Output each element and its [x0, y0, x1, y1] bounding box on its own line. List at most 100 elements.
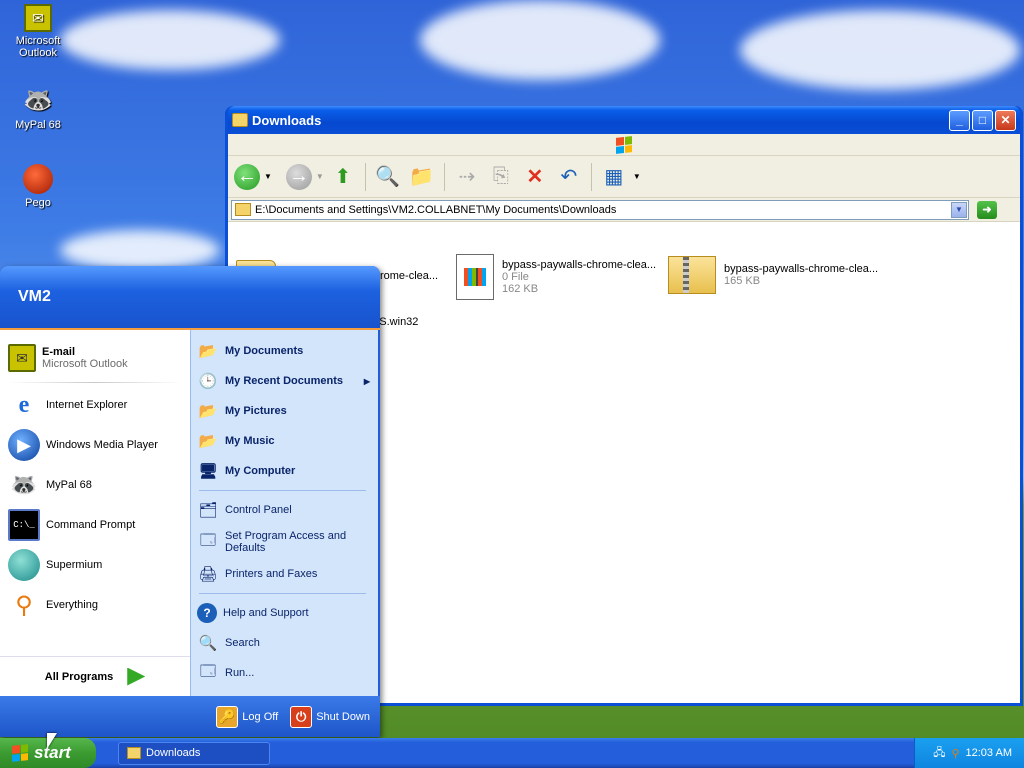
- desktop-icon-label: MyPal 68: [15, 119, 61, 131]
- start-item-email[interactable]: ✉ E-mail Microsoft Outlook: [0, 336, 190, 380]
- desktop-icon-outlook[interactable]: ✉ Microsoft Outlook: [0, 4, 76, 59]
- start-item-run[interactable]: 🗔 Run...: [197, 658, 378, 688]
- item-label: Internet Explorer: [46, 399, 128, 411]
- start-item-command-prompt[interactable]: C:\_ Command Prompt: [0, 505, 190, 545]
- start-item-everything[interactable]: ⚲ Everything: [0, 585, 190, 625]
- start-item-my-computer[interactable]: 🖥 My Computer: [197, 456, 378, 486]
- address-text: E:\Documents and Settings\VM2.COLLABNET\…: [255, 203, 617, 216]
- desktop-icon-mypal[interactable]: 🦝 MyPal 68: [0, 84, 76, 132]
- up-folder-button[interactable]: ⬆: [328, 162, 358, 192]
- recent-documents-icon: 🕒: [198, 373, 218, 390]
- delete-button[interactable]: ✕: [520, 162, 550, 192]
- item-label: My Music: [225, 435, 275, 447]
- start-item-my-music[interactable]: 📂 My Music: [197, 426, 378, 456]
- address-dropdown-icon[interactable]: ▼: [951, 201, 967, 218]
- undo-button[interactable]: ↶: [554, 162, 584, 192]
- toolbar-separator: [364, 162, 366, 191]
- printer-icon: 🖨: [198, 566, 218, 583]
- file-item[interactable]: bypass-paywalls-chrome-clea... 0 File 16…: [456, 254, 656, 300]
- item-label: Run...: [225, 667, 255, 679]
- start-item-my-recent-documents[interactable]: 🕒 My Recent Documents ▶: [197, 366, 378, 396]
- folders-button[interactable]: 📁: [407, 162, 437, 192]
- item-label: Windows Media Player: [46, 439, 158, 451]
- user-name: VM2: [18, 288, 51, 305]
- file-name: bypass-paywalls-chrome-clea...: [502, 259, 657, 271]
- pego-icon: [23, 164, 53, 194]
- toolbar-separator: [590, 162, 592, 191]
- wallpaper-cloud: [60, 10, 280, 70]
- search-tray-icon[interactable]: ⚲: [951, 747, 959, 760]
- divider: [199, 490, 366, 491]
- file-type: 0 File: [502, 271, 529, 283]
- views-dropdown-icon[interactable]: ▼: [633, 172, 641, 181]
- window-titlebar[interactable]: Downloads _ □ ✕: [228, 106, 1020, 134]
- control-panel-icon: 🗂: [198, 502, 218, 519]
- item-title: E-mail: [42, 346, 76, 358]
- music-folder-icon: 📂: [198, 433, 218, 450]
- item-label: Command Prompt: [46, 519, 136, 531]
- chevron-right-icon: ▶: [363, 376, 370, 386]
- copy-to-button[interactable]: ⎘: [486, 162, 516, 192]
- item-label: MyPal 68: [46, 479, 92, 491]
- computer-icon: 🖥: [198, 463, 218, 480]
- search-button[interactable]: 🔍: [373, 162, 403, 192]
- start-item-windows-media-player[interactable]: ▶ Windows Media Player: [0, 425, 190, 465]
- start-item-my-documents[interactable]: 📂 My Documents: [197, 336, 378, 366]
- mouse-cursor: [47, 733, 57, 749]
- item-label: Set Program Access and Defaults: [225, 530, 347, 554]
- menu-bar: [228, 134, 1020, 156]
- mypal-icon: 🦝: [23, 86, 53, 114]
- go-button[interactable]: ➜: [977, 200, 997, 219]
- command-prompt-icon: C:\_: [8, 509, 40, 541]
- address-field[interactable]: E:\Documents and Settings\VM2.COLLABNET\…: [231, 199, 969, 220]
- move-to-button[interactable]: ⇢: [452, 162, 482, 192]
- start-item-set-program-access[interactable]: 🗔 Set Program Access and Defaults: [197, 525, 378, 559]
- start-menu-header: VM2: [0, 266, 380, 330]
- forward-button[interactable]: →: [285, 163, 312, 190]
- outlook-icon: ✉: [24, 4, 52, 32]
- views-button[interactable]: ▦: [599, 162, 629, 192]
- taskbar-button-downloads[interactable]: Downloads: [118, 741, 270, 765]
- all-programs-button[interactable]: All Programs: [0, 656, 190, 696]
- file-size: 162 KB: [502, 283, 539, 295]
- item-subtitle: Microsoft Outlook: [42, 358, 128, 370]
- address-bar: E:\Documents and Settings\VM2.COLLABNET\…: [228, 198, 1020, 222]
- item-label: Printers and Faxes: [225, 568, 318, 580]
- internet-explorer-icon: e: [18, 391, 30, 418]
- search-icon: 🔍: [198, 635, 218, 652]
- start-item-help-and-support[interactable]: ? Help and Support: [197, 598, 378, 628]
- forward-dropdown-icon[interactable]: ▼: [316, 172, 324, 181]
- documents-folder-icon: 📂: [198, 343, 218, 360]
- log-off-button[interactable]: 🔑 Log Off: [216, 705, 278, 728]
- system-tray: 🖧 ⚲ 12:03 AM: [914, 738, 1024, 768]
- back-button[interactable]: ←: [234, 163, 260, 190]
- item-label: Control Panel: [225, 504, 292, 516]
- pictures-folder-icon: 📂: [198, 403, 218, 420]
- desktop-icon-label: Microsoft Outlook: [15, 35, 61, 59]
- desktop-icon-pego[interactable]: Pego: [0, 164, 76, 209]
- magnifier-icon: ⚲: [15, 591, 33, 619]
- maximize-button[interactable]: □: [972, 109, 993, 131]
- shut-down-button[interactable]: ⏻ Shut Down: [290, 705, 370, 728]
- start-item-search[interactable]: 🔍 Search: [197, 628, 378, 658]
- back-dropdown-icon[interactable]: ▼: [264, 172, 272, 181]
- start-item-mypal[interactable]: 🦝 MyPal 68: [0, 465, 190, 505]
- item-label: Supermium: [46, 559, 103, 571]
- taskbar: start Downloads 🖧 ⚲ 12:03 AM: [0, 738, 1024, 768]
- windows-logo-icon: [12, 744, 28, 762]
- close-button[interactable]: ✕: [995, 109, 1016, 131]
- folder-icon: [127, 747, 141, 759]
- start-item-supermium[interactable]: Supermium: [0, 545, 190, 585]
- file-item[interactable]: bypass-paywalls-chrome-clea... 165 KB: [668, 256, 878, 294]
- start-item-my-pictures[interactable]: 📂 My Pictures: [197, 396, 378, 426]
- start-item-internet-explorer[interactable]: e Internet Explorer: [0, 385, 190, 425]
- clock[interactable]: 12:03 AM: [966, 747, 1012, 759]
- start-item-control-panel[interactable]: 🗂 Control Panel: [197, 495, 378, 525]
- minimize-button[interactable]: _: [949, 109, 970, 131]
- network-icon[interactable]: 🖧: [933, 744, 945, 763]
- all-programs-label: All Programs: [44, 670, 114, 683]
- shut-down-label: Shut Down: [316, 710, 370, 723]
- start-item-printers-and-faxes[interactable]: 🖨 Printers and Faxes: [197, 559, 378, 589]
- folder-icon: [235, 203, 251, 216]
- toolbar-separator: [443, 162, 445, 191]
